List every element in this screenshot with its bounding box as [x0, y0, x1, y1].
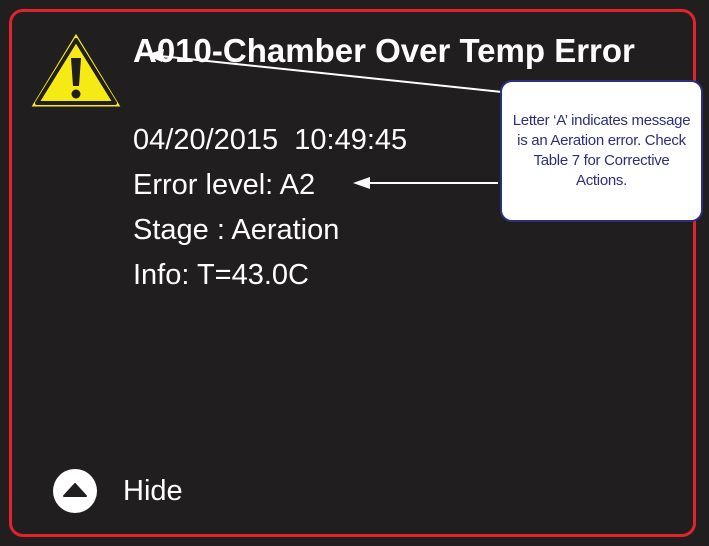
error-title: A010-Chamber Over Temp Error	[133, 32, 635, 69]
callout-text: Letter ‘A’ indicates message is an Aerat…	[512, 112, 691, 189]
annotation-callout: Letter ‘A’ indicates message is an Aerat…	[500, 80, 703, 222]
warning-triangle-icon	[27, 29, 125, 110]
error-info: Info: T=43.0C	[133, 259, 309, 291]
error-timestamp: 04/20/2015 10:49:45	[133, 124, 408, 156]
hide-label: Hide	[123, 474, 183, 507]
error-level: Error level: A2	[133, 169, 316, 201]
error-screen: A010-Chamber Over Temp Error 04/20/2015 …	[0, 0, 709, 546]
hide-button[interactable]: Hide	[53, 468, 183, 514]
chevron-up-circle-icon	[53, 469, 97, 513]
error-stage: Stage : Aeration	[133, 214, 340, 246]
